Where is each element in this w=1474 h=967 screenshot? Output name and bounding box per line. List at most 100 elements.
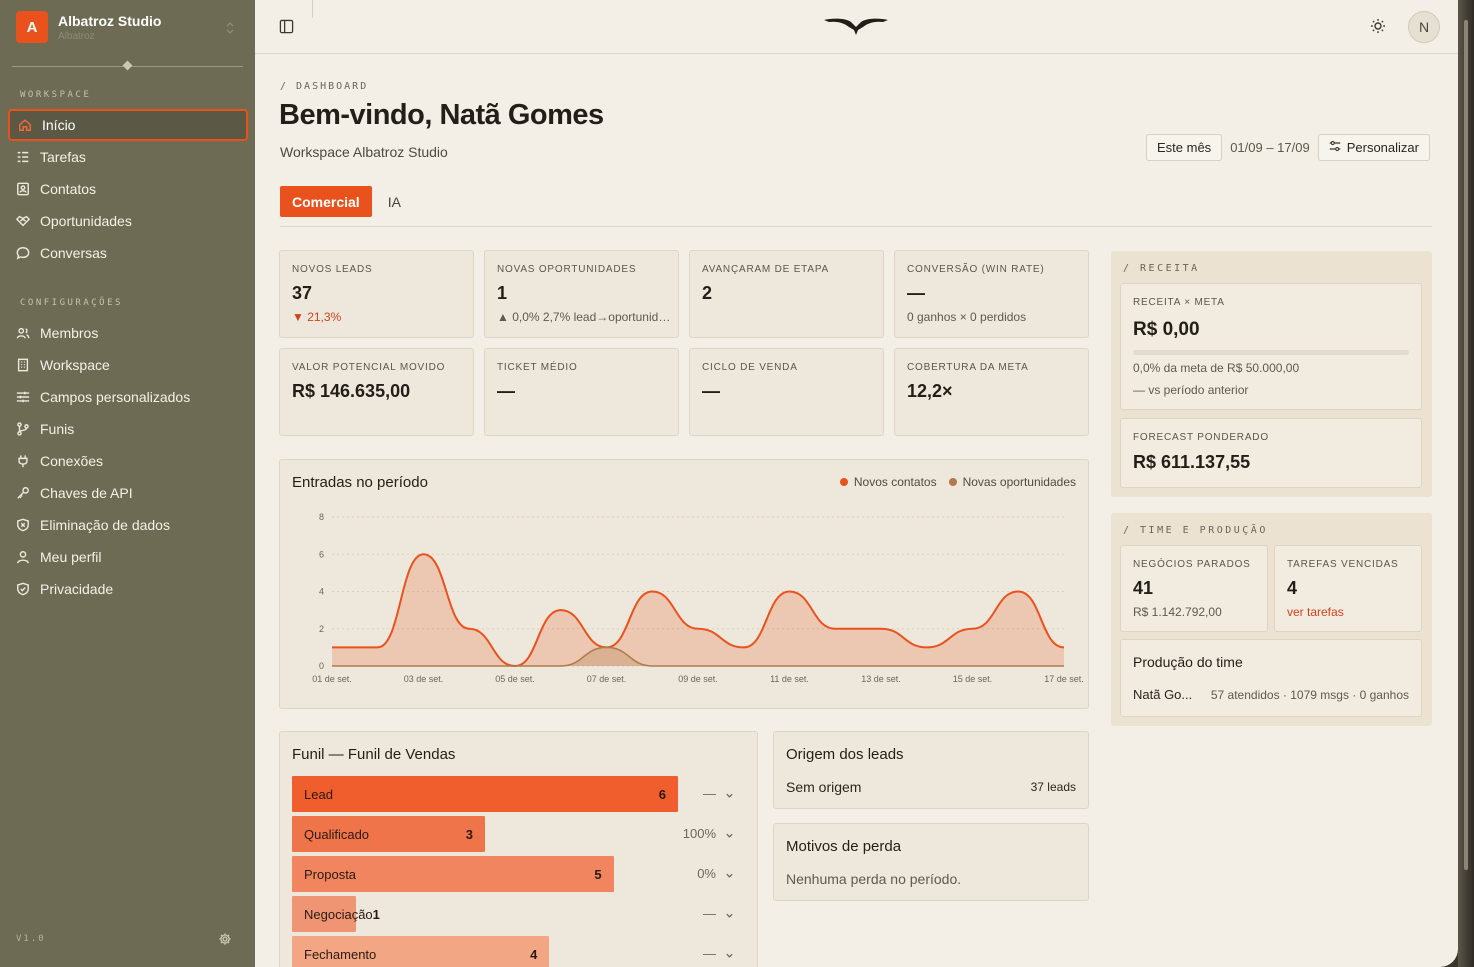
- stalled-deals-card[interactable]: NEGÓCIOS PARADOS 41 R$ 1.142.792,00: [1120, 545, 1268, 632]
- kpi-valor-potencial[interactable]: VALOR POTENCIAL MOVIDO R$ 146.635,00: [279, 348, 474, 436]
- workspace-name: Albatroz Studio: [58, 12, 162, 29]
- section-label-configuracoes: CONFIGURAÇÕES: [20, 298, 123, 308]
- chevron-down-icon[interactable]: [725, 787, 734, 805]
- sliders-icon: [1329, 140, 1341, 155]
- workspace-sub: Albatroz: [58, 30, 95, 42]
- sidebar-item-funis[interactable]: Funis: [8, 413, 248, 445]
- kpi-ciclo-venda[interactable]: CICLO DE VENDA —: [689, 348, 884, 436]
- sidebar-item-campos-personalizados[interactable]: Campos personalizados: [8, 381, 248, 413]
- y-tick-label: 6: [319, 549, 324, 559]
- funnel-bar: Qualificado 3: [292, 816, 485, 852]
- kpi-avancaram-etapa[interactable]: AVANÇARAM DE ETAPA 2: [689, 250, 884, 338]
- sidebar-item-conversas[interactable]: Conversas: [8, 237, 248, 269]
- customize-button[interactable]: Personalizar: [1317, 134, 1430, 161]
- sidebar-item-inicio[interactable]: Início: [8, 109, 248, 141]
- kpi-label: COBERTURA DA META: [907, 362, 1029, 373]
- loss-title: Motivos de perda: [786, 838, 902, 855]
- user-icon: [16, 550, 30, 564]
- funnel-stage-row[interactable]: Qualificado 3 100%: [292, 816, 746, 852]
- origin-row-label: Sem origem: [786, 779, 862, 795]
- funnel-stage-conversion: 100%: [682, 826, 716, 841]
- funnel-stage-row[interactable]: Negociação 1 —: [292, 896, 746, 932]
- lead-origin-card: Origem dos leads Sem origem 37 leads: [773, 731, 1089, 809]
- chevron-down-icon[interactable]: [725, 867, 734, 885]
- app-window: A Albatroz Studio Albatroz WORKSPACE Iní…: [0, 0, 1458, 967]
- sidebar: A Albatroz Studio Albatroz WORKSPACE Iní…: [0, 0, 255, 967]
- users-icon: [16, 326, 30, 340]
- sliders-icon: [16, 390, 30, 404]
- window-scrollbar[interactable]: [1464, 20, 1468, 870]
- sidebar-item-tarefas[interactable]: Tarefas: [8, 141, 248, 173]
- sidebar-item-privacidade[interactable]: Privacidade: [8, 573, 248, 605]
- funnel-stage-count: 4: [530, 946, 538, 962]
- sidebar-item-label: Funis: [40, 421, 75, 437]
- sidebar-item-membros[interactable]: Membros: [8, 317, 248, 349]
- origin-title: Origem dos leads: [786, 746, 904, 763]
- home-icon: [18, 118, 32, 132]
- period-button[interactable]: Este mês: [1146, 134, 1223, 161]
- chevron-down-icon[interactable]: [725, 907, 734, 925]
- sidebar-item-oportunidades[interactable]: Oportunidades: [8, 205, 248, 237]
- dashboard-main: / DASHBOARD Bem-vindo, Natã Gomes Worksp…: [255, 55, 1458, 967]
- workspace-logo: A: [16, 11, 48, 43]
- funnel-bar: Fechamento 4: [292, 936, 550, 967]
- kpi-conversao[interactable]: CONVERSÃO (WIN RATE) — 0 ganhos × 0 perd…: [894, 250, 1089, 338]
- breadcrumb: / DASHBOARD: [280, 81, 369, 92]
- chevron-down-icon[interactable]: [725, 827, 734, 845]
- funnel-stage-row[interactable]: Proposta 5 0%: [292, 856, 746, 892]
- topbar-separator: [312, 0, 313, 18]
- kpi-ticket-medio[interactable]: TICKET MÉDIO —: [484, 348, 679, 436]
- funnel-stage-name: Fechamento: [304, 946, 377, 962]
- theme-toggle-sun-icon[interactable]: [1370, 18, 1386, 39]
- sidebar-item-workspace[interactable]: Workspace: [8, 349, 248, 381]
- overdue-link[interactable]: ver tarefas: [1287, 605, 1344, 619]
- funnel-stage-name: Lead: [304, 786, 333, 802]
- revenue-panel-label: / RECEITA: [1123, 263, 1200, 274]
- funnel-stage-row[interactable]: Lead 6 —: [292, 776, 746, 812]
- contacts-icon: [16, 182, 30, 196]
- tab-comercial[interactable]: Comercial: [280, 186, 372, 217]
- page-subtitle: Workspace Albatroz Studio: [280, 144, 448, 160]
- sidebar-toggle-icon[interactable]: [279, 19, 294, 39]
- background-edge: [1458, 0, 1474, 967]
- sidebar-item-label: Workspace: [40, 357, 110, 373]
- revenue-meta-card[interactable]: RECEITA × META R$ 0,00 0,0% da meta de R…: [1120, 283, 1422, 410]
- stalled-value: 41: [1133, 578, 1154, 598]
- kpi-label: VALOR POTENCIAL MOVIDO: [292, 362, 446, 373]
- kpi-novos-leads[interactable]: NOVOS LEADS 37 ▼ 21,3%: [279, 250, 474, 338]
- funnel-stage-name: Qualificado: [304, 826, 370, 842]
- gear-icon[interactable]: [218, 932, 232, 951]
- sidebar-item-contatos[interactable]: Contatos: [8, 173, 248, 205]
- nav-settings: Membros Workspace Campos personalizados …: [8, 317, 248, 605]
- building-icon: [16, 358, 30, 372]
- kpi-cobertura-meta[interactable]: COBERTURA DA META 12,2×: [894, 348, 1089, 436]
- sidebar-item-chaves-de-api[interactable]: Chaves de API: [8, 477, 248, 509]
- kpi-novas-oportunidades[interactable]: NOVAS OPORTUNIDADES 1 ▲ 0,0% 2,7% lead→o…: [484, 250, 679, 338]
- tab-ia[interactable]: IA: [372, 186, 413, 217]
- tabs-divider: [280, 226, 1432, 227]
- y-tick-label: 2: [319, 624, 324, 634]
- loss-reasons-card: Motivos de perda Nenhuma perda no períod…: [773, 823, 1089, 901]
- sidebar-item-label: Início: [42, 117, 76, 133]
- sidebar-item-conexoes[interactable]: Conexões: [8, 445, 248, 477]
- sidebar-item-meu-perfil[interactable]: Meu perfil: [8, 541, 248, 573]
- forecast-card[interactable]: FORECAST PONDERADO R$ 611.137,55: [1120, 418, 1422, 488]
- overdue-label: TAREFAS VENCIDAS: [1287, 559, 1399, 570]
- x-tick-label: 03 de set.: [404, 674, 444, 684]
- workspace-switcher[interactable]: A Albatroz Studio Albatroz: [16, 11, 161, 43]
- shield-check-icon: [16, 582, 30, 596]
- kpi-value: 12,2×: [907, 381, 953, 401]
- sidebar-item-eliminacao-de-dados[interactable]: Eliminação de dados: [8, 509, 248, 541]
- funnel-stage-row[interactable]: Fechamento 4 —: [292, 936, 746, 967]
- chevron-down-icon[interactable]: [725, 947, 734, 965]
- x-tick-label: 15 de set.: [953, 674, 993, 684]
- chevron-updown-icon[interactable]: [226, 22, 234, 37]
- x-tick-label: 07 de set.: [587, 674, 627, 684]
- overdue-tasks-card[interactable]: TAREFAS VENCIDAS 4 ver tarefas: [1274, 545, 1422, 632]
- handshake-icon: [16, 214, 30, 228]
- user-avatar[interactable]: N: [1408, 11, 1440, 43]
- kpi-label: NOVAS OPORTUNIDADES: [497, 264, 637, 275]
- version-label: V1.0: [16, 934, 46, 944]
- kpi-label: AVANÇARAM DE ETAPA: [702, 264, 830, 275]
- sidebar-divider: [12, 60, 243, 71]
